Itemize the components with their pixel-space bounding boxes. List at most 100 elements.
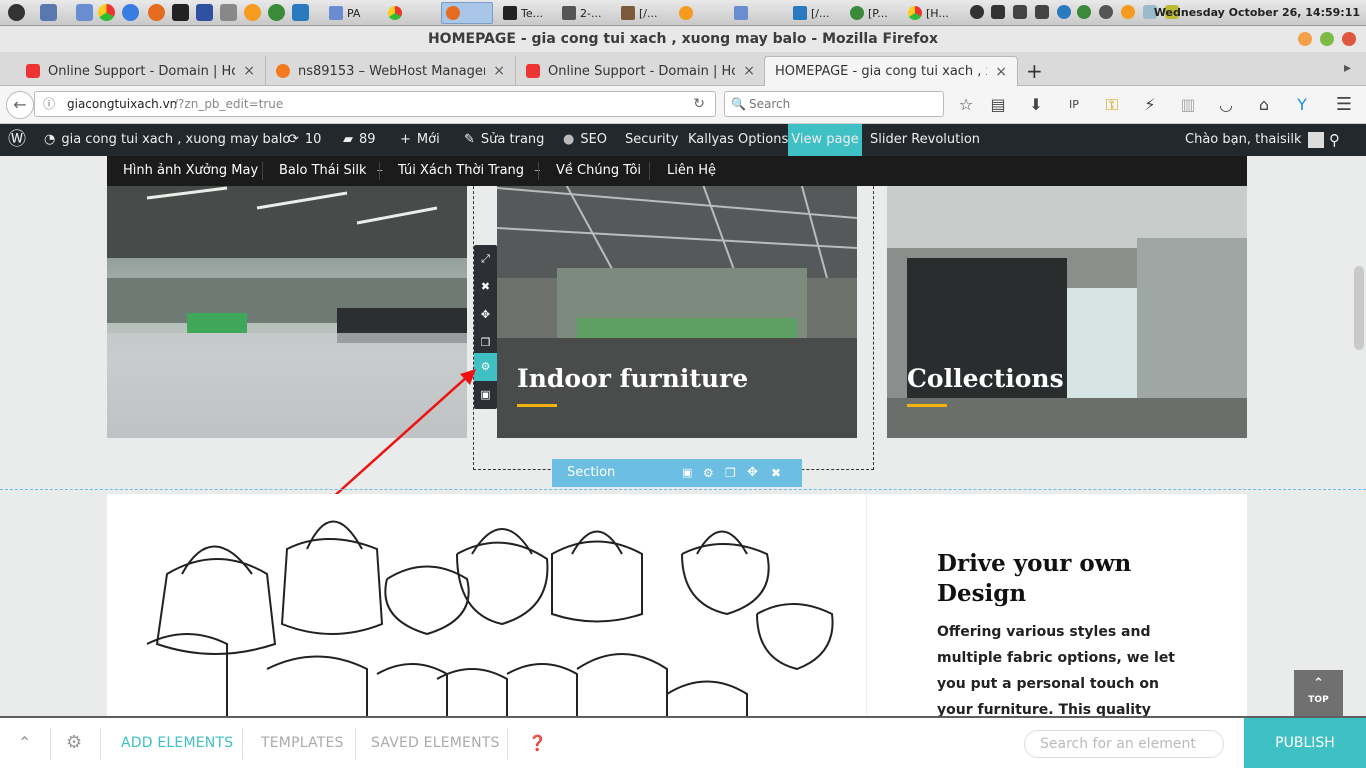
minimize-button[interactable] xyxy=(1298,32,1312,46)
menu-item-balo[interactable]: Balo Thái Silk– xyxy=(279,156,383,186)
search-icon[interactable]: ⚲ xyxy=(1329,124,1340,156)
tab[interactable]: ns89153 – WebHost Manager × xyxy=(266,56,516,86)
pocket-icon[interactable]: ◡ xyxy=(1216,95,1236,115)
collapse-chevron-icon[interactable]: ⌃ xyxy=(18,718,32,768)
delete-icon[interactable]: ✖ xyxy=(474,273,497,301)
duplicate-icon[interactable]: ❐ xyxy=(725,459,736,487)
bookmark-star-icon[interactable]: ☆ xyxy=(956,95,976,115)
view-page-link[interactable]: View page xyxy=(788,124,862,156)
site-info-icon[interactable]: ⓘ xyxy=(43,92,55,116)
close-tab-icon[interactable]: × xyxy=(493,63,505,79)
site-name-link[interactable]: ◔ gia cong tui xach , xuong may balo xyxy=(44,124,290,156)
desktop-icon[interactable] xyxy=(40,4,57,21)
publish-button[interactable]: PUBLISH xyxy=(1244,718,1366,768)
move-icon[interactable]: ✥ xyxy=(747,459,758,487)
settings-icon[interactable]: ⚙ xyxy=(703,459,714,487)
extension-icon[interactable]: ⚡ xyxy=(1140,95,1160,115)
templates-tab[interactable]: TEMPLATES xyxy=(261,718,344,768)
back-button[interactable]: ← xyxy=(6,91,34,119)
app-icon[interactable] xyxy=(196,4,213,21)
new-tab-button[interactable]: + xyxy=(1020,56,1048,86)
card-collections[interactable]: Collections xyxy=(887,168,1247,438)
tab[interactable]: Online Support - Domain | Hosti... × xyxy=(516,56,766,86)
tray-icon[interactable] xyxy=(1099,5,1113,19)
chromium-icon[interactable] xyxy=(122,4,139,21)
comments-link[interactable]: ▰ 89 xyxy=(343,124,376,156)
taskbar-task[interactable]: [/... xyxy=(617,2,672,24)
back-to-top-button[interactable]: ⌃ TOP xyxy=(1294,670,1343,716)
download-icon[interactable]: ⬇ xyxy=(1026,95,1046,115)
apple-icon[interactable] xyxy=(8,4,25,21)
taskbar-task[interactable] xyxy=(675,2,725,24)
page-scrollbar[interactable] xyxy=(1354,266,1364,350)
taskbar-task[interactable] xyxy=(730,2,785,24)
tab-overflow-icon[interactable]: ▸ xyxy=(1344,60,1351,76)
firefox-icon[interactable] xyxy=(148,4,165,21)
search-box[interactable]: 🔍 Search xyxy=(724,91,944,117)
clock[interactable]: Wednesday October 26, 14:59:11 xyxy=(1154,6,1360,19)
menu-item-contact[interactable]: Liên Hệ xyxy=(667,156,716,186)
move-icon[interactable]: ✥ xyxy=(474,301,497,329)
extension-icon[interactable]: ▥ xyxy=(1178,95,1198,115)
user-icon[interactable] xyxy=(970,5,984,19)
flame-icon[interactable] xyxy=(244,4,261,21)
help-icon[interactable]: ❓ xyxy=(528,718,547,768)
menu-item-workshop-photos[interactable]: Hình ảnh Xưởng May xyxy=(123,156,258,186)
add-elements-tab[interactable]: ADD ELEMENTS xyxy=(121,718,233,768)
element-search-input[interactable]: Search for an element xyxy=(1024,730,1224,758)
new-content-link[interactable]: + Mới xyxy=(400,124,440,156)
app-icon[interactable] xyxy=(292,4,309,21)
delete-icon[interactable]: ✖ xyxy=(771,459,781,487)
globe-icon[interactable] xyxy=(268,4,285,21)
tray-icon[interactable] xyxy=(1057,5,1071,19)
close-window-button[interactable] xyxy=(1342,32,1356,46)
tab-active[interactable]: HOMEPAGE - gia cong tui xach , xuo... × xyxy=(764,56,1018,86)
ip-icon[interactable]: IP xyxy=(1064,95,1084,115)
menu-item-about[interactable]: Về Chúng Tôi xyxy=(556,156,641,186)
globe-icon[interactable] xyxy=(1077,5,1091,19)
key-icon[interactable]: ⚿ xyxy=(1102,95,1122,115)
menu-item-handbags[interactable]: Túi Xách Thời Trang– xyxy=(398,156,541,186)
taskbar-task[interactable]: [/... xyxy=(789,2,844,24)
chrome-icon xyxy=(388,6,402,20)
maximize-button[interactable] xyxy=(1320,32,1334,46)
updates-link[interactable]: ⟳ 10 xyxy=(288,124,321,156)
resize-icon[interactable]: ⤢ xyxy=(474,245,497,273)
taskbar-task[interactable]: 2-... xyxy=(558,2,613,24)
close-tab-icon[interactable]: × xyxy=(995,64,1007,80)
close-tab-icon[interactable]: × xyxy=(743,63,755,79)
url-bar[interactable]: ⓘ giacongtuixach.vn /?zn_pb_edit=true ↻ xyxy=(34,91,716,117)
account-link[interactable]: Chào bạn, thaisilk xyxy=(1185,124,1324,156)
taskbar-task[interactable] xyxy=(384,2,434,24)
security-link[interactable]: Security xyxy=(625,124,678,156)
chrome-icon[interactable] xyxy=(98,4,115,21)
tab[interactable]: Online Support - Domain | Hosti... × xyxy=(16,56,266,86)
gear-icon[interactable]: ⚙ xyxy=(66,718,82,768)
taskbar-task-active[interactable] xyxy=(441,2,493,24)
network-icon[interactable] xyxy=(1013,5,1027,19)
close-tab-icon[interactable]: × xyxy=(243,63,255,79)
taskbar-task[interactable]: PA xyxy=(325,2,380,24)
menu-divider xyxy=(262,162,263,180)
app-icon[interactable] xyxy=(220,4,237,21)
flame-icon[interactable] xyxy=(1121,5,1135,19)
seo-link[interactable]: ● SEO xyxy=(563,124,607,156)
edit-page-link[interactable]: ✎ Sửa trang xyxy=(464,124,544,156)
extension-icon[interactable]: Y xyxy=(1292,95,1312,115)
save-icon[interactable]: ▣ xyxy=(682,459,692,487)
kallyas-options-link[interactable]: Kallyas Options xyxy=(688,124,788,156)
menu-icon[interactable]: ☰ xyxy=(1334,95,1354,115)
saved-elements-tab[interactable]: SAVED ELEMENTS xyxy=(371,718,500,768)
taskbar-task[interactable]: [H... xyxy=(904,2,959,24)
reading-list-icon[interactable]: ▤ xyxy=(988,95,1008,115)
slider-revolution-link[interactable]: Slider Revolution xyxy=(870,124,980,156)
wordpress-icon[interactable]: Ⓦ xyxy=(8,124,26,156)
home-icon[interactable]: ⌂ xyxy=(1254,95,1274,115)
terminal-icon[interactable] xyxy=(172,4,189,21)
folder-icon[interactable] xyxy=(76,4,93,21)
taskbar-task[interactable]: Te... xyxy=(499,2,555,24)
reload-icon[interactable]: ↻ xyxy=(693,92,705,116)
volume-icon[interactable] xyxy=(1035,5,1049,19)
tray-icon[interactable] xyxy=(991,5,1005,19)
taskbar-task[interactable]: [P... xyxy=(846,2,901,24)
